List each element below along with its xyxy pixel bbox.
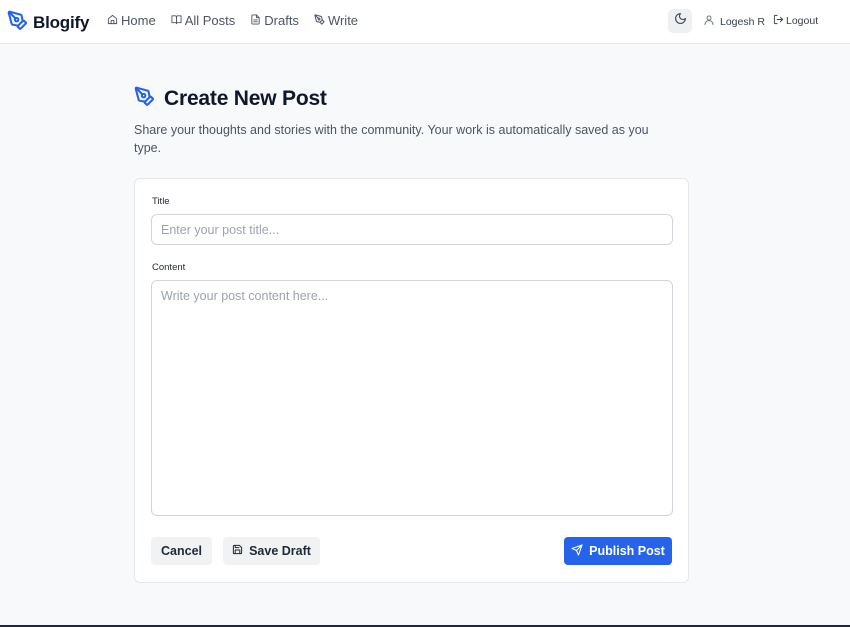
user-menu[interactable]: Logesh R	[703, 14, 765, 29]
file-icon	[250, 13, 261, 28]
logout-label: Logout	[786, 15, 819, 27]
publish-post-button[interactable]: Publish Post	[564, 537, 672, 565]
user-name: Logesh R	[720, 15, 765, 28]
nav-item-label: Home	[121, 13, 156, 28]
title-input[interactable]	[151, 214, 673, 245]
content-label: Content	[152, 262, 186, 273]
logout-button[interactable]: Logout	[773, 14, 818, 28]
nav-item-drafts[interactable]: Drafts	[250, 13, 299, 28]
pen-icon	[314, 13, 325, 28]
top-navbar: Blogify Home All Posts Drafts Write Loge…	[0, 0, 850, 44]
cancel-label: Cancel	[161, 544, 202, 558]
cancel-button[interactable]: Cancel	[151, 537, 212, 565]
page-heading: Create New Post	[134, 86, 327, 112]
send-icon	[571, 543, 583, 559]
user-icon	[703, 14, 715, 29]
nav-item-label: Write	[327, 13, 359, 28]
logout-icon	[773, 14, 784, 28]
theme-toggle-button[interactable]	[668, 9, 692, 33]
nav-item-write[interactable]: Write	[314, 13, 358, 28]
home-icon	[107, 13, 118, 28]
pen-tool-icon	[134, 86, 155, 112]
nav-item-label: All Posts	[184, 13, 236, 28]
page-subtitle: Share your thoughts and stories with the…	[134, 123, 649, 155]
book-icon	[171, 13, 182, 28]
page-title: Create New Post	[164, 87, 327, 110]
moon-icon	[674, 12, 687, 30]
title-label: Title	[152, 196, 170, 207]
post-form-card: Title Content Cancel Save Draft Publish …	[134, 178, 689, 583]
nav-item-home[interactable]: Home	[107, 13, 156, 28]
nav-links: Home All Posts Drafts Write	[107, 13, 358, 28]
nav-item-all-posts[interactable]: All Posts	[171, 13, 236, 28]
nav-item-label: Drafts	[264, 13, 299, 28]
content-textarea[interactable]	[151, 280, 673, 516]
save-icon	[232, 544, 243, 558]
save-draft-button[interactable]: Save Draft	[223, 537, 320, 565]
pen-tool-icon	[7, 10, 28, 36]
brand[interactable]: Blogify	[7, 10, 89, 36]
publish-label: Publish Post	[589, 544, 665, 558]
brand-name: Blogify	[33, 13, 90, 32]
save-draft-label: Save Draft	[249, 544, 311, 558]
